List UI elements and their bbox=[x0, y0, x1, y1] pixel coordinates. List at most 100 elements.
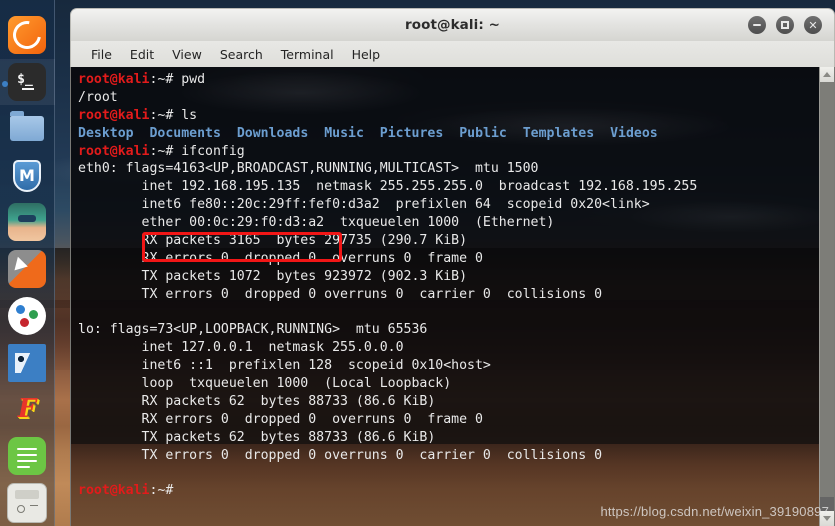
terminal-line: inet 192.168.195.135 netmask 255.255.255… bbox=[78, 178, 819, 196]
terminal-line: TX errors 0 dropped 0 overruns 0 carrier… bbox=[78, 286, 819, 304]
window-titlebar[interactable]: root@kali: ~ ✕ bbox=[70, 8, 835, 41]
dock-item-gimp[interactable] bbox=[0, 292, 55, 339]
terminal-command: ifconfig bbox=[181, 143, 245, 159]
terminal-output: lo: flags=73<UP,LOOPBACK,RUNNING> mtu 65… bbox=[78, 322, 428, 338]
terminal-line: RX errors 0 dropped 0 overruns 0 frame 0 bbox=[78, 250, 819, 268]
maximize-button[interactable] bbox=[776, 16, 794, 34]
terminal-line: root@kali:~# ifconfig bbox=[78, 143, 819, 161]
terminal-line: ether 00:0c:29:f0:d3:a2 txqueuelen 1000 … bbox=[78, 214, 819, 232]
dock-item-files[interactable] bbox=[0, 105, 55, 152]
terminal-line: root@kali:~# bbox=[78, 482, 819, 500]
window-title: root@kali: ~ bbox=[404, 17, 501, 33]
terminal-line: TX packets 1072 bytes 923972 (902.3 KiB) bbox=[78, 268, 819, 286]
folder-icon bbox=[8, 110, 46, 148]
terminal-output: RX packets 62 bytes 88733 (86.6 KiB) bbox=[78, 394, 436, 410]
terminal-output: inet6 ::1 prefixlen 128 scopeid 0x10<hos… bbox=[78, 358, 491, 374]
menu-item-help[interactable]: Help bbox=[343, 45, 390, 64]
dock-item-faraday[interactable]: F bbox=[0, 386, 55, 433]
terminal-command: pwd bbox=[181, 72, 206, 87]
terminal-output: inet 192.168.195.135 netmask 255.255.255… bbox=[78, 179, 698, 195]
menu-item-file[interactable]: File bbox=[82, 45, 121, 64]
terminal-line: inet6 ::1 prefixlen 128 scopeid 0x10<hos… bbox=[78, 357, 819, 375]
terminal-output: inet 127.0.0.1 netmask 255.0.0.0 bbox=[78, 340, 404, 356]
terminal-line: TX errors 0 dropped 0 overruns 0 carrier… bbox=[78, 447, 819, 465]
menu-item-terminal[interactable]: Terminal bbox=[272, 45, 343, 64]
terminal-line: RX packets 62 bytes 88733 (86.6 KiB) bbox=[78, 393, 819, 411]
application-dock: $_ M F bbox=[0, 0, 55, 526]
terminal-output: TX packets 1072 bytes 923972 (902.3 KiB) bbox=[78, 268, 468, 284]
terminal-line: lo: flags=73<UP,LOOPBACK,RUNNING> mtu 65… bbox=[78, 321, 819, 339]
terminal-output: ether 00:0c:29:f0:d3:a2 txqueuelen 1000 … bbox=[78, 215, 555, 231]
close-button[interactable]: ✕ bbox=[804, 16, 822, 34]
terminal-output: RX errors 0 dropped 0 overruns 0 frame 0 bbox=[78, 250, 483, 266]
gimp-palette-icon bbox=[8, 296, 46, 335]
terminal-line: inet 127.0.0.1 netmask 255.0.0.0 bbox=[78, 339, 819, 357]
faraday-icon: F bbox=[17, 394, 37, 425]
watermark-text: https://blog.csdn.net/weixin_39190897 bbox=[600, 504, 829, 519]
terminal-line: inet6 fe80::20c:29ff:fef0:d3a2 prefixlen… bbox=[78, 196, 819, 214]
directory-name: Pictures bbox=[379, 125, 444, 141]
terminal-area: root@kali:~# pwd/root root@kali:~# ls Desk… bbox=[70, 67, 835, 526]
armitage-icon bbox=[8, 203, 46, 242]
terminal-output: RX packets 3165 bytes 297735 (290.7 KiB) bbox=[78, 233, 468, 249]
dock-item-armitage[interactable] bbox=[0, 199, 55, 246]
directory-name: Desktop bbox=[78, 125, 134, 141]
menu-item-edit[interactable]: Edit bbox=[121, 45, 163, 64]
terminal-line: root@kali:~# pwd bbox=[78, 71, 819, 89]
terminal-output: inet6 fe80::20c:29ff:fef0:d3a2 prefixlen… bbox=[78, 197, 650, 213]
dock-item-terminal[interactable]: $_ bbox=[0, 58, 55, 106]
dock-item-metasploit[interactable]: M bbox=[0, 152, 55, 199]
terminal-line: /root bbox=[78, 89, 819, 107]
menu-bar: File Edit View Search Terminal Help bbox=[70, 41, 835, 67]
prompt-tail: :~# bbox=[149, 107, 182, 123]
terminal-line: loop txqueuelen 1000 (Local Loopback) bbox=[78, 375, 819, 393]
terminal-line: TX packets 62 bytes 88733 (86.6 KiB) bbox=[78, 429, 819, 447]
prompt-user: root@kali bbox=[78, 107, 150, 123]
dock-item-zenmap[interactable] bbox=[0, 246, 55, 293]
directory-name: Downloads bbox=[236, 125, 309, 141]
minimize-button[interactable] bbox=[748, 16, 766, 34]
text-editor-icon bbox=[8, 436, 46, 475]
menu-item-view[interactable]: View bbox=[163, 45, 211, 64]
prompt-user: root@kali bbox=[78, 143, 150, 159]
terminal-text: root@kali:~# pwd/root root@kali:~# ls Desk… bbox=[75, 71, 819, 500]
zenmap-icon bbox=[8, 250, 46, 289]
scroll-up-button[interactable] bbox=[820, 67, 834, 82]
directory-name: Templates bbox=[522, 125, 595, 141]
terminal-window: root@kali: ~ ✕ File Edit View Search Ter… bbox=[70, 8, 835, 526]
terminal-command: ls bbox=[181, 107, 198, 123]
menu-item-search[interactable]: Search bbox=[211, 45, 272, 64]
window-controls: ✕ bbox=[748, 16, 822, 34]
directory-name: Public bbox=[459, 125, 507, 141]
terminal-output: eth0: flags=4163<UP,BROADCAST,RUNNING,MU… bbox=[78, 161, 539, 177]
directory-name: Videos bbox=[610, 125, 658, 141]
terminal-output: RX errors 0 dropped 0 overruns 0 frame 0 bbox=[78, 411, 483, 427]
prompt-tail: :~# bbox=[149, 143, 182, 159]
terminal-output-pane[interactable]: root@kali:~# pwd/root root@kali:~# ls Desk… bbox=[71, 67, 819, 526]
directory-name: Music bbox=[324, 125, 364, 141]
terminal-output: TX packets 62 bytes 88733 (86.6 KiB) bbox=[78, 429, 436, 445]
terminal-scrollbar[interactable] bbox=[819, 67, 834, 526]
scrollbar-track[interactable] bbox=[820, 82, 834, 511]
calculator-icon bbox=[7, 482, 47, 523]
burpsuite-icon bbox=[8, 343, 46, 382]
prompt-user: root@kali bbox=[78, 72, 150, 87]
dock-item-burpsuite[interactable] bbox=[0, 339, 55, 386]
dock-item-firefox[interactable] bbox=[0, 12, 55, 59]
prompt-user: root@kali bbox=[78, 483, 150, 499]
dock-item-calculator[interactable] bbox=[0, 479, 55, 526]
terminal-output: loop txqueuelen 1000 (Local Loopback) bbox=[78, 376, 452, 392]
metasploit-shield-icon: M bbox=[8, 157, 46, 195]
terminal-line: RX packets 3165 bytes 297735 (290.7 KiB) bbox=[78, 232, 819, 250]
terminal-output: TX errors 0 dropped 0 overruns 0 carrier… bbox=[78, 286, 603, 302]
terminal-icon: $_ bbox=[8, 63, 46, 102]
terminal-output: /root bbox=[78, 89, 118, 105]
prompt-tail: :~# bbox=[149, 483, 182, 499]
chevron-up-icon bbox=[823, 72, 831, 77]
scrollbar-thumb[interactable] bbox=[820, 82, 834, 497]
prompt-tail: :~# bbox=[149, 72, 182, 87]
dock-item-text-editor[interactable] bbox=[0, 433, 55, 480]
terminal-line: root@kali:~# ls bbox=[78, 107, 819, 125]
